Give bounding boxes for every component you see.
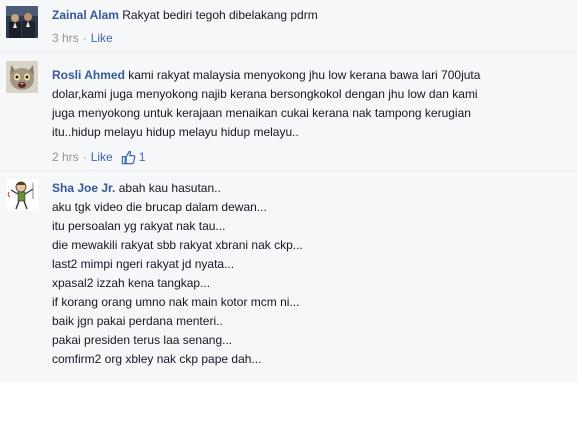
- comment-text-line: pakai presiden terus laa senang...: [52, 333, 233, 347]
- comment-meta: 2 hrs · Like 1: [52, 148, 571, 167]
- comment-text-line: itu persoalan yg rakyat nak tau...: [52, 219, 226, 233]
- like-count-value: 1: [138, 150, 146, 164]
- comment-thread: Zainal Alam Rakyat bediri tegoh dibelaka…: [0, 0, 582, 427]
- avatar[interactable]: [6, 61, 38, 93]
- separator-dot: ·: [82, 31, 87, 45]
- comment-item: Zainal Alam Rakyat bediri tegoh dibelaka…: [0, 0, 577, 52]
- comment-item: Rosli Ahmed kami rakyat malaysia menyoko…: [0, 52, 577, 171]
- like-count[interactable]: 1: [121, 148, 146, 167]
- avatar[interactable]: [6, 6, 38, 38]
- comment-body: Sha Joe Jr. abah kau hasutan.. aku tgk v…: [52, 179, 571, 369]
- like-button[interactable]: Like: [91, 29, 113, 48]
- comment-author[interactable]: Rosli Ahmed: [52, 68, 125, 82]
- comment-text-line: if korang orang umno nak main kotor mcm …: [52, 295, 300, 309]
- comment-text-line: comfirm2 org xbley nak ckp pape dah...: [52, 352, 262, 366]
- comment-text-line: Rosli Ahmed kami rakyat malaysia menyoko…: [52, 66, 571, 85]
- thumbs-up-icon: [121, 150, 136, 165]
- comment-text-line: itu..hidup melayu hidup melayu hidup mel…: [52, 125, 299, 139]
- comment-timestamp[interactable]: 3 hrs: [52, 29, 79, 48]
- comment-author[interactable]: Zainal Alam: [52, 8, 119, 22]
- comment-text: Rakyat bediri tegoh dibelakang pdrm: [122, 8, 318, 22]
- comment-text-line: last2 mimpi ngeri rakyat jd nyata...: [52, 257, 235, 271]
- comment-item: Sha Joe Jr. abah kau hasutan.. aku tgk v…: [0, 170, 577, 382]
- comment-text-line: juga menyokong untuk kerajaan menaikan c…: [52, 106, 471, 120]
- separator-dot: ·: [82, 150, 87, 164]
- comment-author[interactable]: Sha Joe Jr.: [52, 181, 115, 195]
- comment-text-line: baik jgn pakai perdana menteri..: [52, 314, 223, 328]
- comment-text: kami rakyat malaysia menyokong jhu low k…: [128, 68, 481, 82]
- comment-text-line: xpasal2 izzah kena tangkap...: [52, 276, 211, 290]
- comment-text-line: aku tgk video die brucap dalam dewan...: [52, 200, 267, 214]
- comment-text-line: dolar,kami juga menyokong najib kerana b…: [52, 87, 478, 101]
- comment-text: abah kau hasutan..: [118, 181, 221, 195]
- comment-timestamp[interactable]: 2 hrs: [52, 148, 79, 167]
- comment-meta: 3 hrs · Like: [52, 29, 571, 48]
- like-button[interactable]: Like: [91, 148, 113, 167]
- comment-body: Rosli Ahmed kami rakyat malaysia menyoko…: [52, 66, 571, 167]
- comment-body: Zainal Alam Rakyat bediri tegoh dibelaka…: [52, 6, 571, 48]
- avatar[interactable]: [6, 179, 38, 211]
- comment-text-line: Sha Joe Jr. abah kau hasutan..: [52, 179, 571, 198]
- comment-text-line: die mewakili rakyat sbb rakyat xbrani na…: [52, 238, 303, 252]
